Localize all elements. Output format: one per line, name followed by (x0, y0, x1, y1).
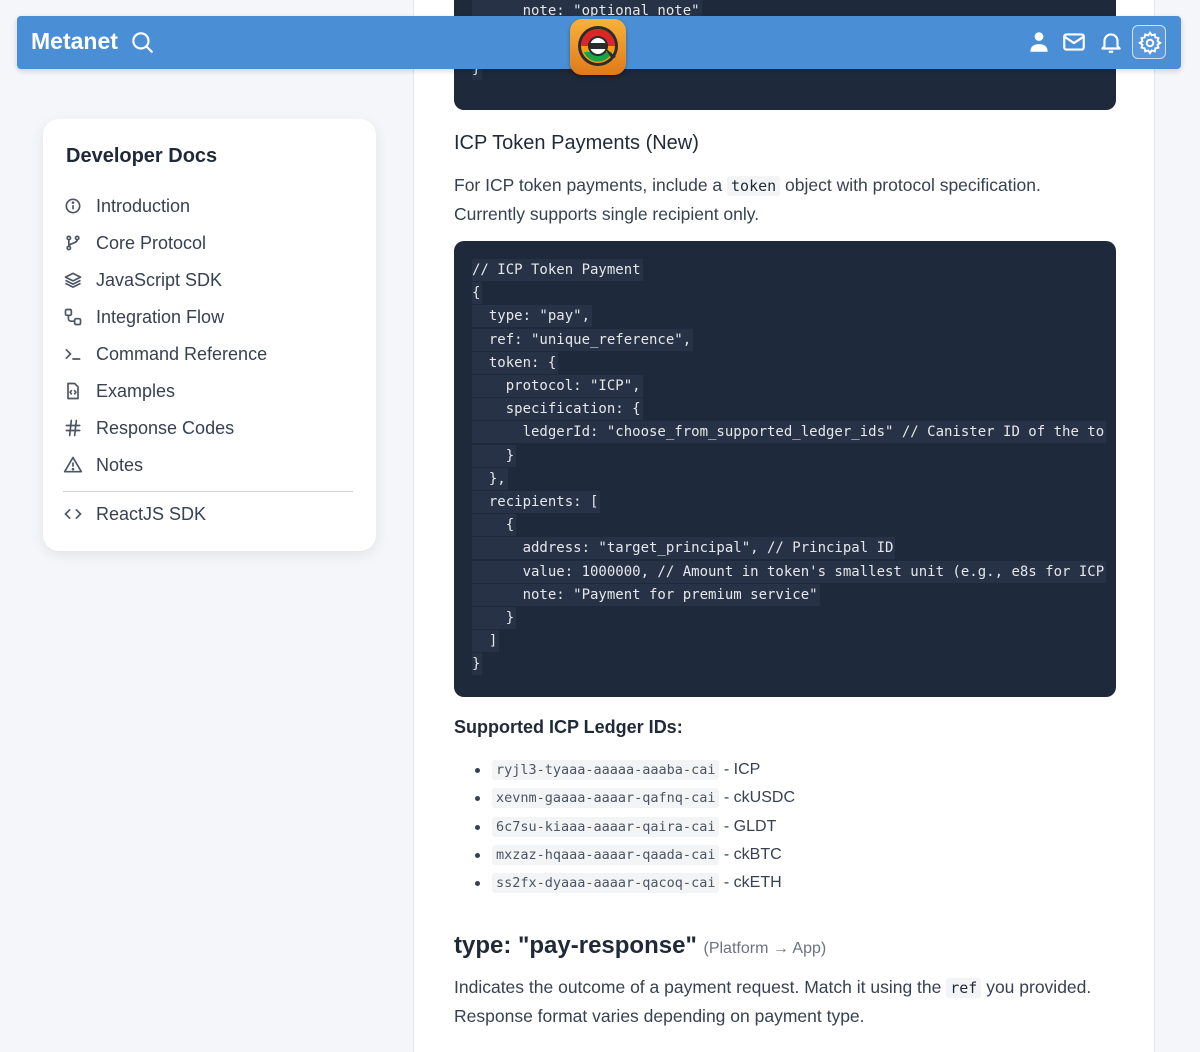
sidebar-item-command-reference[interactable]: Command Reference (63, 339, 353, 369)
settings-button[interactable] (1132, 25, 1166, 59)
code-line: value: 1000000, // Amount in token's sma… (472, 560, 1107, 583)
ledger-item: ss2fx-dyaaa-aaaar-qacoq-cai - ckETH (454, 869, 795, 897)
code-line: type: "pay", (472, 305, 593, 328)
ledger-item: 6c7su-kiaaa-aaaar-qaira-cai - GLDT (454, 813, 795, 841)
icp-description: For ICP token payments, include a token … (454, 175, 1041, 224)
icp-section-heading: ICP Token Payments (New) (454, 132, 699, 154)
sidebar-item-label: Examples (96, 381, 176, 401)
ledger-item: xevnm-gaaaa-aaaar-qafnq-cai - ckUSDC (454, 784, 795, 812)
sidebar-item-label: Core Protocol (96, 233, 207, 253)
terminal-icon (63, 344, 83, 364)
ledger-item: mxzaz-hqaaa-aaaar-qaada-cai - ckBTC (454, 841, 795, 869)
icp-code-block: // ICP Token Payment{ type: "pay", ref: … (454, 241, 1116, 697)
code-line: }, (472, 467, 508, 490)
code-line: { (472, 282, 483, 305)
workflow-icon (63, 307, 83, 327)
code-line: { (472, 514, 517, 537)
code-line: address: "target_principal", // Principa… (472, 537, 896, 560)
code-line: } (472, 607, 517, 629)
inline-code: token (727, 176, 781, 196)
file-code-icon (63, 381, 83, 401)
sidebar-item-label: Introduction (96, 196, 191, 216)
pay-response-heading: type: "pay-response" (Platform → App) (454, 932, 827, 959)
sidebar-item-label: Integration Flow (96, 307, 225, 327)
ledger-list: ryjl3-tyaaa-aaaaa-aaaba-cai - ICP xevnm-… (454, 756, 795, 897)
ledger-heading: Supported ICP Ledger IDs: (454, 717, 683, 737)
sidebar-item-core-protocol[interactable]: Core Protocol (63, 228, 353, 258)
pay-response-description: Indicates the outcome of a payment reque… (454, 977, 1092, 1026)
info-icon (63, 196, 83, 216)
ledger-item: ryjl3-tyaaa-aaaaa-aaaba-cai - ICP (454, 756, 795, 784)
gear-icon (1137, 30, 1163, 56)
code-line: note: "Payment for premium service" (472, 583, 820, 606)
sidebar-item-label: JavaScript SDK (96, 270, 223, 290)
code-line: ref: "unique_reference", (472, 328, 694, 351)
sidebar-divider (63, 491, 353, 492)
sidebar-title: Developer Docs (66, 145, 218, 167)
sidebar-item-reactjs-sdk[interactable]: ReactJS SDK (63, 499, 353, 529)
doc-content: note: "optional note" } ICP Token Paymen… (413, 0, 1155, 1052)
code-line: protocol: "ICP", (472, 375, 643, 397)
git-branch-icon (63, 233, 83, 253)
sidebar-item-introduction[interactable]: Introduction (63, 191, 353, 221)
brand-title[interactable]: Metanet (31, 28, 118, 55)
layers-icon (63, 270, 83, 290)
sidebar-item-label: Command Reference (96, 344, 268, 364)
sidebar-item-examples[interactable]: Examples (63, 376, 353, 406)
hash-icon (63, 418, 83, 438)
inline-code: ref (946, 978, 982, 998)
code-line: recipients: [ (472, 491, 601, 513)
code-line: } (472, 444, 517, 467)
user-icon[interactable] (1026, 29, 1052, 55)
warning-icon (63, 455, 83, 475)
app-logo[interactable] (570, 19, 626, 75)
sidebar-item-label: ReactJS SDK (96, 504, 207, 524)
code-line: } (472, 653, 483, 676)
code-line: ] (472, 630, 500, 653)
code-line: ledgerId: "choose_from_supported_ledger_… (472, 421, 1107, 444)
sidebar-item-notes[interactable]: Notes (63, 450, 353, 480)
code-line: token: { (472, 351, 559, 374)
sidebar-item-label: Response Codes (96, 418, 235, 438)
bell-icon[interactable] (1098, 29, 1124, 55)
sidebar-item-javascript-sdk[interactable]: JavaScript SDK (63, 265, 353, 295)
sidebar-item-label: Notes (96, 455, 144, 475)
code-line: // ICP Token Payment (472, 259, 643, 281)
pay-response-direction: (Platform → App) (703, 940, 827, 957)
code-icon (63, 504, 83, 524)
sidebar-item-integration-flow[interactable]: Integration Flow (63, 302, 353, 332)
sidebar: Developer Docs Introduction Core Protoco… (43, 119, 376, 551)
code-line: specification: { (472, 398, 643, 421)
search-icon[interactable] (129, 29, 155, 55)
mail-icon[interactable] (1061, 29, 1087, 55)
top-navbar: Metanet (17, 16, 1181, 75)
sidebar-item-response-codes[interactable]: Response Codes (63, 413, 353, 443)
